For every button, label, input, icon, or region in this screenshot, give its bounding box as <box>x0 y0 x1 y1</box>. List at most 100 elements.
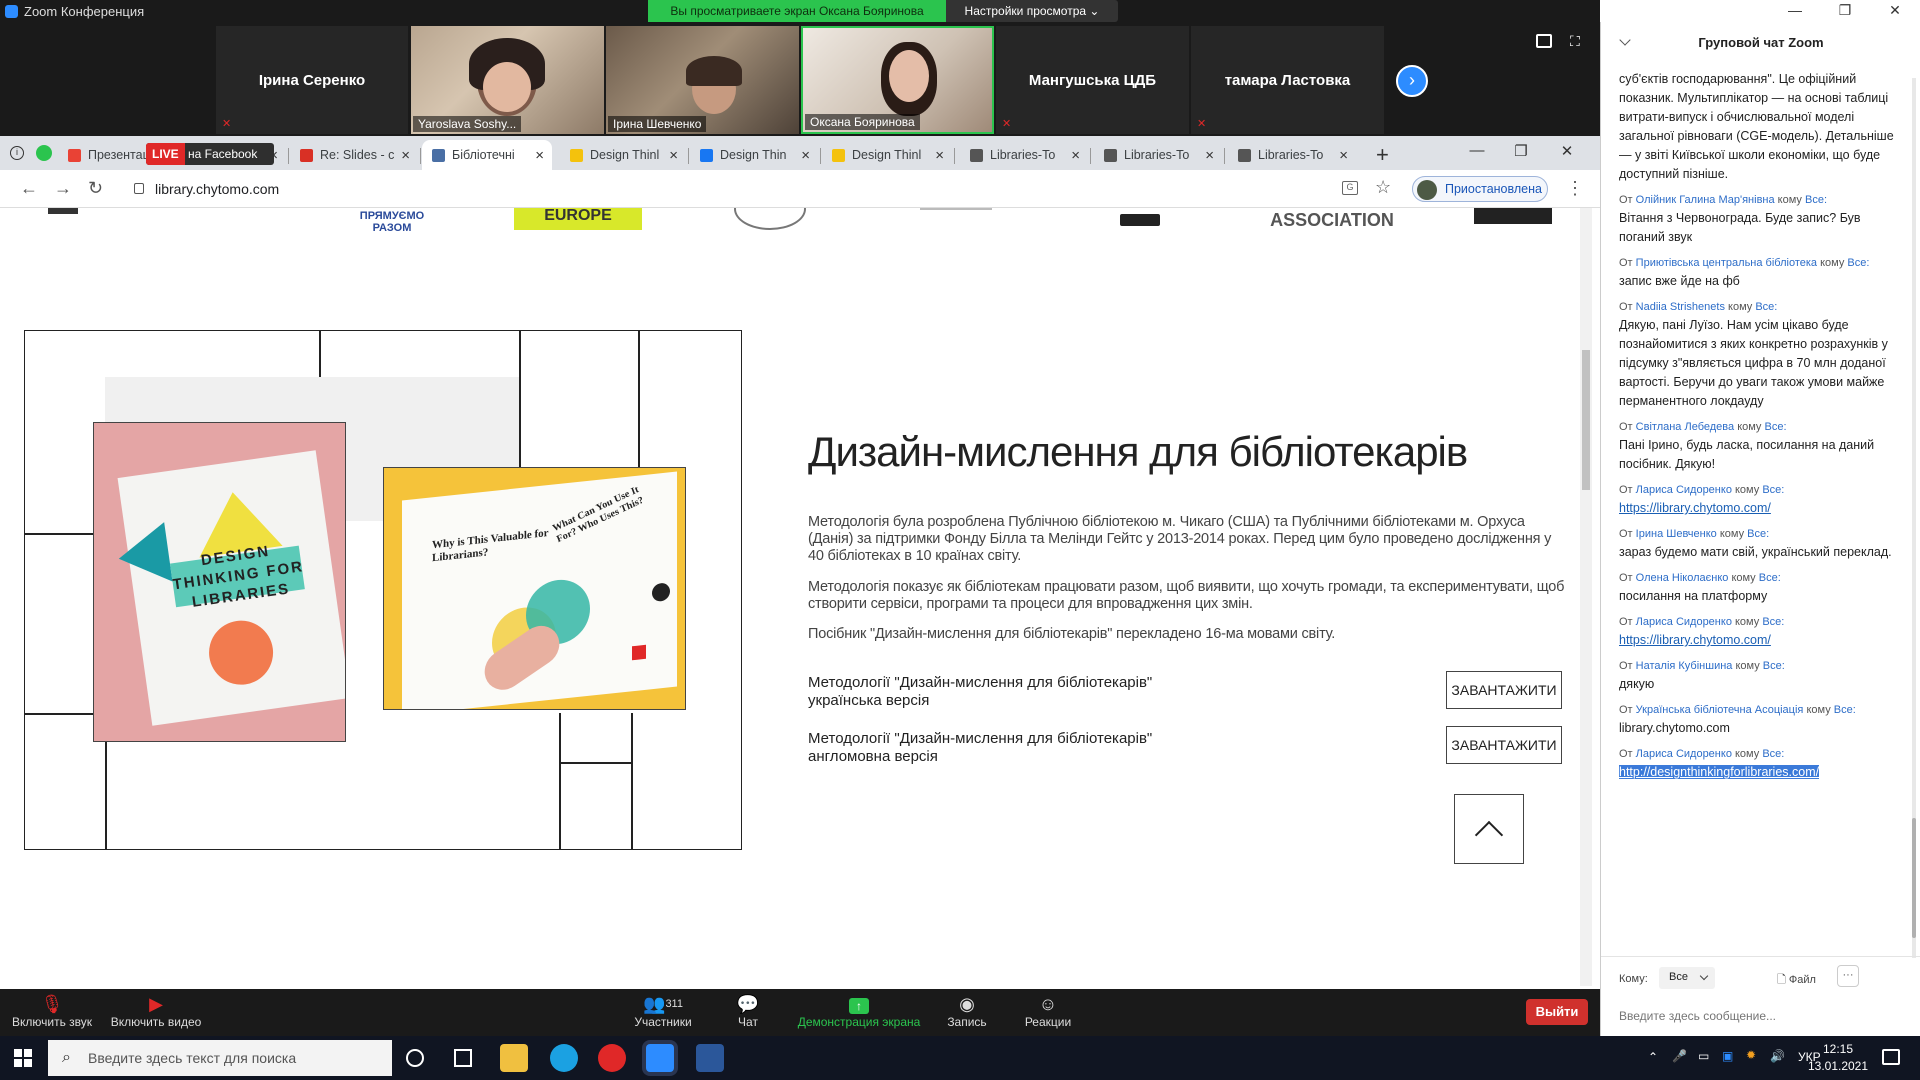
lock-icon[interactable] <box>134 183 144 194</box>
maximize-icon[interactable]: ❐ <box>1830 2 1860 19</box>
info-icon[interactable]: i <box>10 146 24 160</box>
partner-logo <box>1474 208 1552 224</box>
sender-name[interactable]: Наталія Кубіншина <box>1636 660 1733 672</box>
menu-icon[interactable]: ⋮ <box>1566 178 1584 199</box>
sender-name[interactable]: Олійник Галина Мар'янівна <box>1636 194 1775 206</box>
chat-button[interactable]: 💬 Чат <box>728 993 768 1029</box>
participant-video[interactable]: Ірина Шевченко <box>606 26 799 134</box>
zoom-app-icon[interactable] <box>646 1044 674 1072</box>
participant-video-active-speaker[interactable]: Оксана Бояринова <box>801 26 994 134</box>
tab[interactable]: Design Thin × <box>690 140 818 170</box>
tab-bar: i Презентац×Ук×Re: Slides - c×Бібліотечн… <box>0 136 1600 170</box>
restore-icon[interactable]: ❐ <box>1506 142 1536 160</box>
unmute-button[interactable]: 🎙 Включить звук <box>10 993 94 1029</box>
tab[interactable]: Design Thinl × <box>822 140 952 170</box>
profile-button[interactable]: Приостановлена <box>1412 176 1548 202</box>
participant-face-skin <box>483 62 531 112</box>
word-icon[interactable] <box>696 1044 724 1072</box>
close-tab-icon[interactable]: × <box>1071 147 1080 164</box>
tab-active[interactable]: Бібліотечні × <box>422 140 552 170</box>
participant-video[interactable]: Yaroslava Soshy... <box>411 26 604 134</box>
close-tab-icon[interactable]: × <box>535 147 544 164</box>
next-participants-button[interactable]: › <box>1396 65 1428 97</box>
translate-icon[interactable]: G <box>1342 181 1358 195</box>
participant-tile[interactable]: тамара Ластовка ✕ <box>1191 26 1384 134</box>
new-tab-button[interactable]: + <box>1376 142 1389 168</box>
gallery-layout-icon[interactable] <box>1536 34 1552 48</box>
reload-icon[interactable]: ↻ <box>88 178 103 199</box>
back-icon[interactable]: ← <box>20 178 38 199</box>
leave-meeting-button[interactable]: Выйти <box>1526 999 1588 1025</box>
chat-link[interactable]: https://library.chytomo.com/ <box>1619 633 1771 647</box>
reactions-button[interactable]: ☺ Реакции <box>1020 993 1076 1029</box>
url-field[interactable]: library.chytomo.com <box>155 181 279 197</box>
to-label: кому <box>1806 704 1831 716</box>
file-button[interactable]: 🗋 Файл <box>1777 971 1816 990</box>
sender-name[interactable]: Українська бібліотечна Асоціація <box>1636 704 1804 716</box>
start-video-button[interactable]: ▶ Включить видео <box>108 993 204 1029</box>
more-options-button[interactable]: ··· <box>1837 965 1859 987</box>
close-icon[interactable]: ✕ <box>1880 2 1910 19</box>
sender-name[interactable]: Лариса Сидоренко <box>1636 748 1732 760</box>
close-tab-icon[interactable]: × <box>935 147 944 164</box>
message-input[interactable] <box>1619 1005 1899 1027</box>
chat-scrollbar-thumb[interactable] <box>1912 818 1916 938</box>
zoom-tray-icon[interactable]: ▣ <box>1722 1049 1733 1063</box>
volume-icon[interactable]: 🔊 <box>1770 1049 1785 1063</box>
close-tab-icon[interactable]: × <box>801 147 810 164</box>
tab[interactable]: Design Thinl × <box>560 140 686 170</box>
download-ukrainian-button[interactable]: ЗАВАНТАЖИТИ <box>1446 671 1562 709</box>
download-subtitle: англомовна версія <box>808 748 938 765</box>
page-scrollbar[interactable] <box>1580 208 1592 986</box>
sender-name[interactable]: Ірина Шевченко <box>1636 528 1717 540</box>
close-tab-icon[interactable]: × <box>401 147 410 164</box>
tab[interactable]: Libraries-To × <box>1228 140 1356 170</box>
sender-name[interactable]: Лариса Сидоренко <box>1636 616 1732 628</box>
tab[interactable]: Libraries-To × <box>1094 140 1222 170</box>
fullscreen-icon[interactable]: ⛶ <box>1570 34 1586 50</box>
chat-scrollbar[interactable] <box>1912 78 1916 958</box>
sender-name[interactable]: Nadiia Strishenets <box>1636 301 1725 313</box>
taskbar-search-input[interactable]: ⌕ Введите здесь текст для поиска <box>48 1040 392 1076</box>
recipient-select[interactable]: Все <box>1659 967 1715 989</box>
shield-icon[interactable] <box>36 145 52 161</box>
download-english-button[interactable]: ЗАВАНТАЖИТИ <box>1446 726 1562 764</box>
windows-start-icon[interactable] <box>14 1049 32 1067</box>
view-options-button[interactable]: Настройки просмотра ⌄ <box>946 0 1118 22</box>
minimize-icon[interactable]: — <box>1780 2 1810 18</box>
opera-icon[interactable] <box>598 1044 626 1072</box>
sender-name[interactable]: Олена Ніколаєнко <box>1636 572 1729 584</box>
sender-name[interactable]: Приютівська центральна бібліотека <box>1636 257 1817 269</box>
record-button[interactable]: ◉ Запись <box>942 993 992 1029</box>
forward-icon[interactable]: → <box>54 178 72 199</box>
network-icon[interactable]: ▭ <box>1698 1049 1709 1063</box>
close-tab-icon[interactable]: × <box>669 147 678 164</box>
chevron-up-icon[interactable]: ⌃ <box>1648 1050 1658 1064</box>
tab[interactable]: Re: Slides - c × <box>290 140 418 170</box>
minimize-icon[interactable]: — <box>1462 142 1492 159</box>
participant-tile[interactable]: Мангушська ЦДБ ✕ <box>996 26 1189 134</box>
task-view-icon[interactable] <box>454 1049 472 1067</box>
cortana-icon[interactable] <box>406 1049 424 1067</box>
taskbar-clock[interactable]: 12:15 13.01.2021 <box>1798 1041 1878 1075</box>
participants-button[interactable]: 👥311 Участники <box>630 993 696 1029</box>
chat-link[interactable]: https://library.chytomo.com/ <box>1619 501 1771 515</box>
chat-link[interactable]: http://designthinkingforlibraries.com/ <box>1619 765 1820 779</box>
file-explorer-icon[interactable] <box>500 1044 528 1072</box>
participant-tile[interactable]: Ірина Серенко ✕ <box>216 26 408 134</box>
tab[interactable]: Libraries-To × <box>960 140 1088 170</box>
chat-message-text: library.chytomo.com <box>1619 721 1730 735</box>
star-icon[interactable]: ☆ <box>1375 177 1391 198</box>
sender-name[interactable]: Лариса Сидоренко <box>1636 484 1732 496</box>
close-tab-icon[interactable]: × <box>1339 147 1348 164</box>
sender-name[interactable]: Світлана Лебедева <box>1636 421 1734 433</box>
share-screen-button[interactable]: ↑ Демонстрация экрана <box>794 993 924 1029</box>
close-tab-icon[interactable]: × <box>1205 147 1214 164</box>
edge-icon[interactable] <box>550 1044 578 1072</box>
page-scrollbar-thumb[interactable] <box>1582 350 1590 490</box>
mic-icon[interactable]: 🎤 <box>1672 1049 1687 1063</box>
notifications-icon[interactable] <box>1882 1049 1900 1065</box>
close-icon[interactable]: ✕ <box>1552 142 1582 160</box>
scroll-to-top-button[interactable] <box>1454 794 1524 864</box>
warning-icon[interactable]: ✹ <box>1746 1048 1756 1062</box>
